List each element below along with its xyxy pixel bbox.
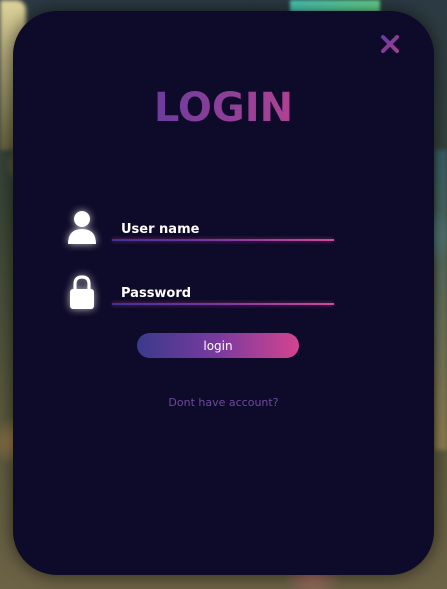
lock-icon bbox=[70, 275, 94, 309]
background-neon-right bbox=[435, 150, 447, 450]
signup-link[interactable]: Dont have account? bbox=[13, 396, 434, 409]
close-x-icon[interactable] bbox=[379, 33, 401, 55]
close-button[interactable] bbox=[379, 33, 401, 55]
login-button[interactable]: login bbox=[137, 333, 299, 358]
password-field bbox=[65, 273, 345, 313]
username-input[interactable] bbox=[112, 219, 334, 239]
username-underline bbox=[112, 239, 334, 241]
login-modal: LOGIN login Dont have account? bbox=[13, 11, 434, 575]
password-input[interactable] bbox=[112, 283, 334, 303]
password-underline bbox=[112, 303, 334, 305]
user-icon bbox=[68, 211, 96, 244]
page-title: LOGIN bbox=[13, 85, 434, 131]
username-field bbox=[65, 209, 345, 249]
